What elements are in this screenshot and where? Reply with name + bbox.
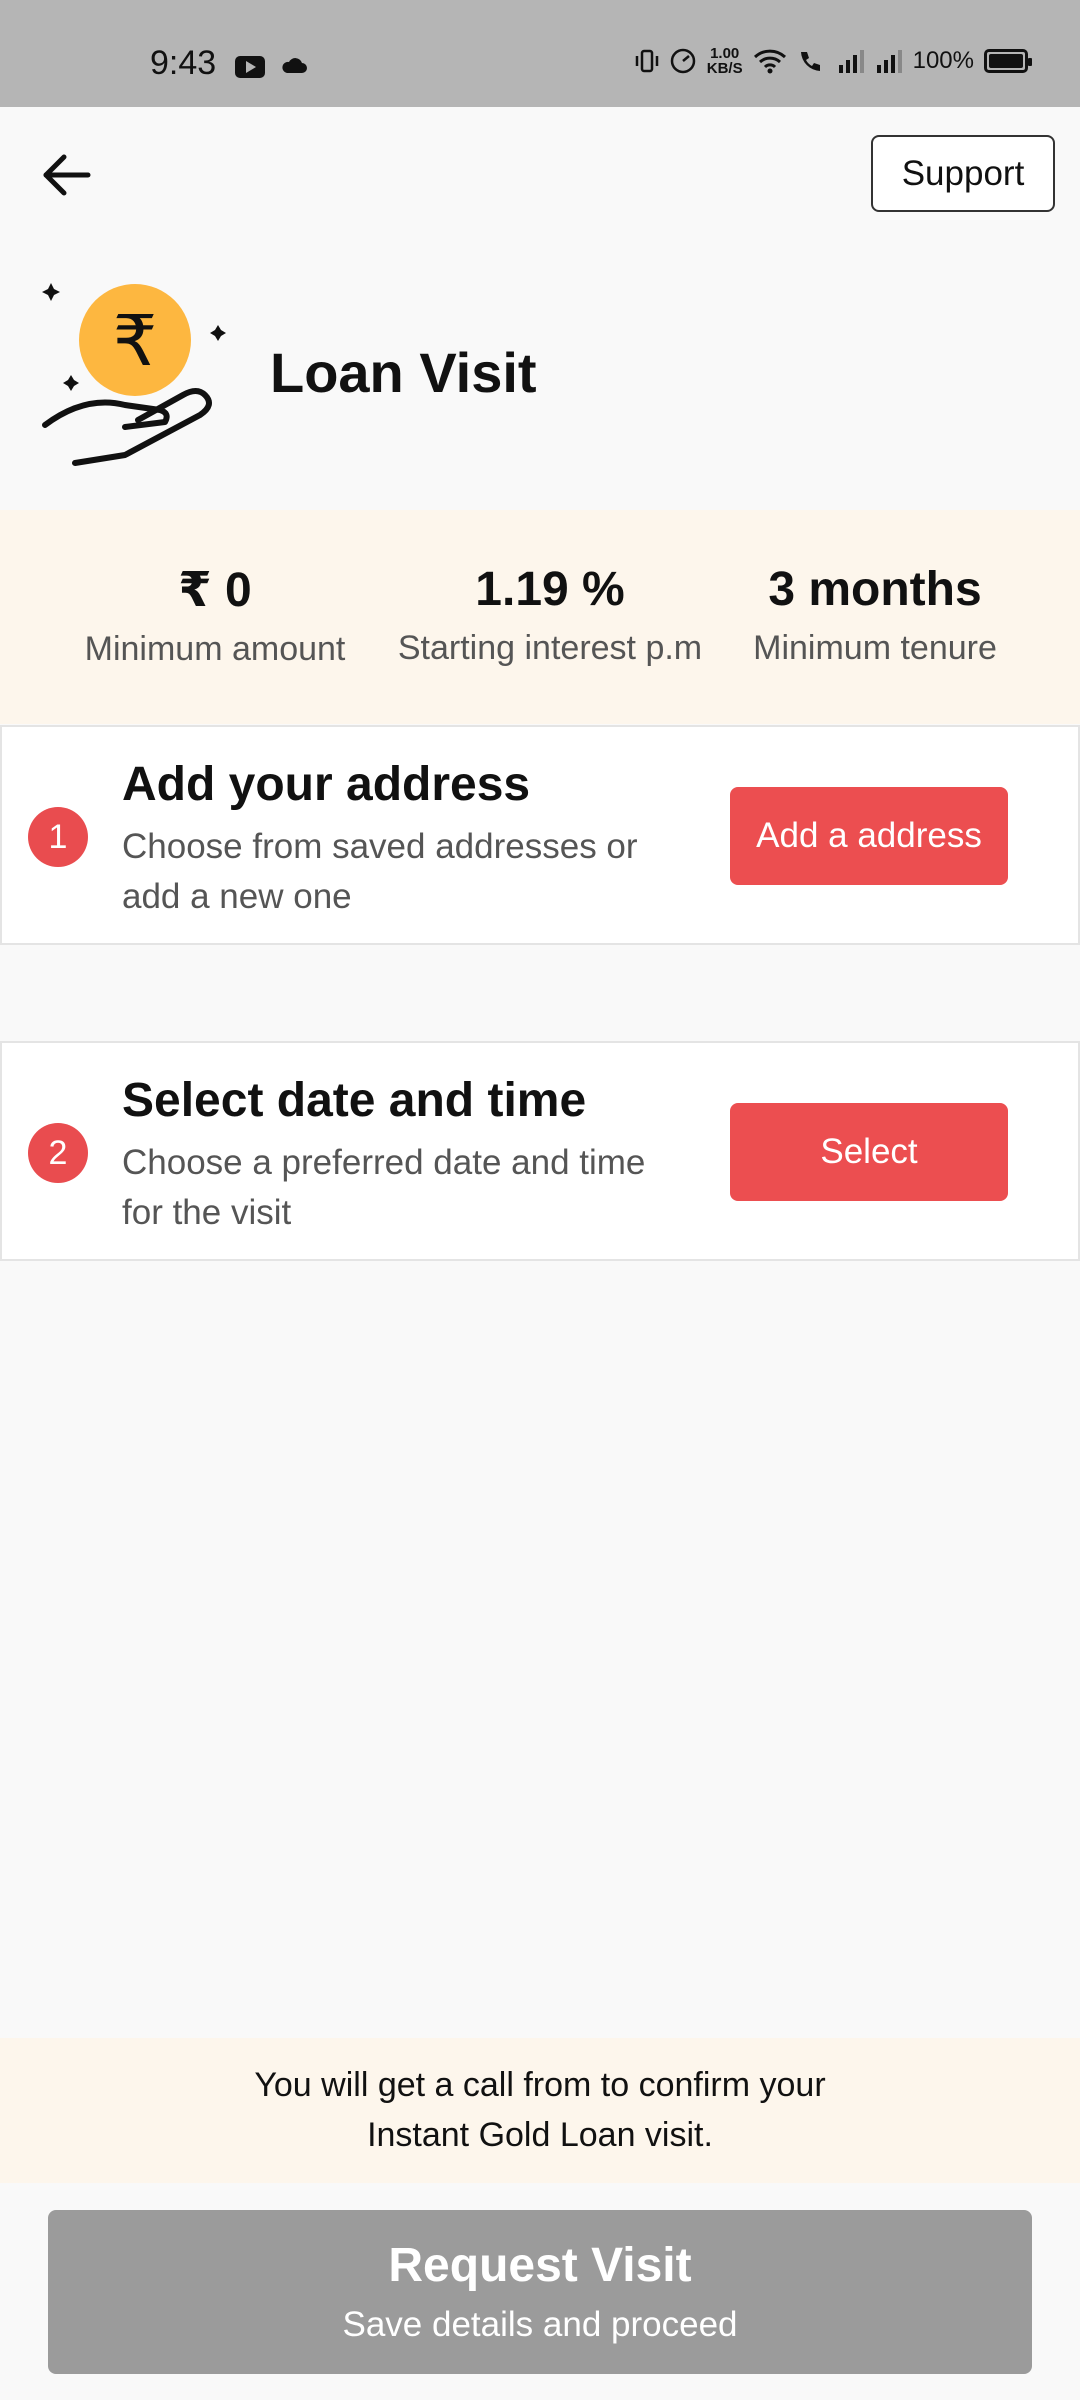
arrow-left-icon[interactable] <box>38 150 96 200</box>
battery-percent: 100% <box>912 47 974 74</box>
select-date-time-button[interactable]: Select <box>730 1103 1008 1201</box>
step-description: Choose from saved addresses or add a new… <box>122 827 638 916</box>
rupee-coin-hand-icon: ₹ <box>42 283 226 466</box>
stat-value: ₹ 0 <box>178 564 252 617</box>
step-number-badge: 1 <box>28 807 88 867</box>
svg-text:₹: ₹ <box>113 300 158 382</box>
network-speed: 1.00 KB/S <box>707 46 743 76</box>
support-button[interactable]: Support <box>871 135 1055 212</box>
step-number-badge: 2 <box>28 1123 88 1183</box>
step-description: Choose a preferred date and time for the… <box>122 1143 646 1232</box>
signal-icon-sim2 <box>876 50 902 73</box>
confirmation-notice: You will get a call from to confirm your… <box>0 2038 1080 2183</box>
page-title: Loan Visit <box>270 341 537 404</box>
request-visit-button[interactable]: Request Visit Save details and proceed <box>48 2210 1032 2374</box>
stat-value: 1.19 % <box>475 563 625 616</box>
stat-label: Minimum tenure <box>753 629 997 667</box>
stat-minimum-tenure: 3 months Minimum tenure <box>740 562 1010 668</box>
stat-starting-interest: 1.19 % Starting interest p.m <box>380 562 720 668</box>
battery-icon <box>984 49 1032 73</box>
cloud-icon <box>282 58 307 73</box>
stat-label: Starting interest p.m <box>397 629 703 667</box>
request-visit-subtitle: Save details and proceed <box>342 2305 738 2344</box>
status-bar: 9:43 1.00 KB/S 100% <box>0 0 1080 107</box>
network-speed-value: 1.00 <box>710 45 740 62</box>
status-time: 9:43 <box>150 44 217 82</box>
youtube-notification-icon <box>235 56 265 78</box>
stat-label: Minimum amount <box>84 630 346 668</box>
notice-line: Instant Gold Loan visit. <box>367 2116 713 2154</box>
step-card-address: 1 Add your address Choose from saved add… <box>0 725 1080 945</box>
request-visit-title: Request Visit <box>388 2239 692 2292</box>
status-icons: 1.00 KB/S 100% <box>635 46 1032 76</box>
notice-line: You will get a call from to confirm your <box>254 2066 826 2104</box>
network-speed-unit: KB/S <box>706 60 743 77</box>
step-title: Add your address <box>122 758 531 811</box>
wifi-icon <box>753 49 786 74</box>
loan-stats: ₹ 0 Minimum amount 1.19 % Starting inter… <box>0 510 1080 724</box>
step-card-date-time: 2 Select date and time Choose a preferre… <box>0 1041 1080 1261</box>
speedometer-icon <box>670 48 696 74</box>
step-title: Select date and time <box>122 1074 587 1127</box>
stat-minimum-amount: ₹ 0 Minimum amount <box>70 562 360 669</box>
vibrate-icon <box>635 49 659 73</box>
signal-icon-sim1 <box>838 50 864 73</box>
wifi-calling-icon <box>800 52 820 71</box>
add-address-button[interactable]: Add a address <box>730 787 1008 885</box>
stat-value: 3 months <box>768 563 982 616</box>
